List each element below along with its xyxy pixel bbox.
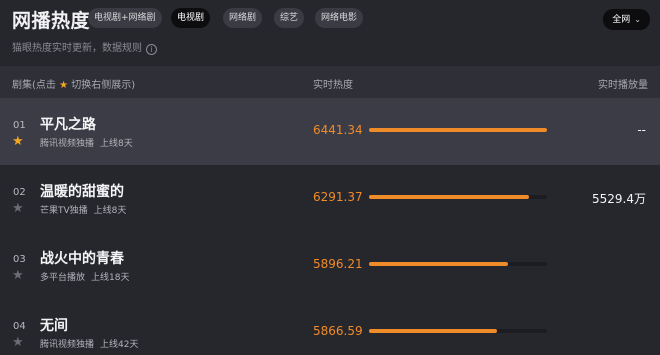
tab-web-movie[interactable]: 网络电影: [315, 8, 364, 28]
column-series-suffix: 切换右侧展示): [71, 80, 136, 91]
series-meta: 腾讯视频独播 上线42天: [40, 337, 138, 350]
column-play: 实时播放量: [598, 80, 648, 91]
star-icon: ★: [59, 80, 69, 91]
heat-value: 5866.59: [313, 324, 363, 338]
heat-bar-fill: [369, 262, 508, 266]
tab-variety[interactable]: 综艺: [274, 8, 305, 28]
heat-bar: [369, 195, 547, 199]
heat-bar: [369, 329, 547, 333]
series-meta: 多平台播放 上线18天: [40, 270, 129, 283]
online-days: 上线42天: [100, 340, 139, 350]
heat-bar-fill: [369, 128, 547, 132]
subtitle: 猫眼热度实时更新，数据规则 i: [12, 39, 157, 55]
heat-bar: [369, 262, 547, 266]
series-name: 无间: [40, 318, 68, 334]
column-header: 剧集(点击 ★ 切换右侧展示) 实时热度 实时播放量: [0, 66, 660, 98]
rank: 03: [13, 254, 26, 265]
region-label: 全网: [612, 15, 631, 25]
info-icon[interactable]: i: [146, 44, 157, 55]
column-series: 剧集(点击 ★ 切换右侧展示): [12, 76, 135, 91]
heat-value: 6291.37: [313, 190, 363, 204]
heat-value: 5896.21: [313, 257, 363, 271]
star-icon[interactable]: ★: [12, 336, 24, 349]
series-name: 温暖的甜蜜的: [40, 184, 124, 200]
series-name: 战火中的青春: [40, 251, 124, 267]
page-title: 网播热度: [12, 10, 91, 32]
table-row[interactable]: 04 ★ 无间 腾讯视频独播 上线42天 5866.59: [0, 299, 660, 355]
tab-tv-and-web-series[interactable]: 电视剧+网络剧: [88, 8, 162, 28]
table-row[interactable]: 02 ★ 温暖的甜蜜的 芒果TV独播 上线8天 6291.37 5529.4万: [0, 165, 660, 232]
region-dropdown[interactable]: 全网 ⌄: [603, 9, 650, 30]
online-days: 上线8天: [93, 206, 127, 216]
table-row[interactable]: 03 ★ 战火中的青春 多平台播放 上线18天 5896.21: [0, 232, 660, 299]
tab-web-series[interactable]: 网络剧: [223, 8, 263, 28]
rank: 04: [13, 321, 26, 332]
table-row[interactable]: 01 ★ 平凡之路 腾讯视频独播 上线8天 6441.34 --: [0, 98, 660, 165]
rank: 01: [13, 120, 26, 131]
column-series-prefix: 剧集(点击: [12, 80, 56, 91]
series-name: 平凡之路: [40, 117, 96, 133]
heat-bar-fill: [369, 329, 498, 333]
header: 网播热度 电视剧+网络剧 电视剧 网络剧 综艺 网络电影 全网 ⌄ 猫眼热度实时更…: [0, 0, 660, 70]
tab-tv-series[interactable]: 电视剧: [171, 8, 211, 28]
online-days: 上线18天: [91, 273, 130, 283]
chevron-down-icon: ⌄: [634, 15, 641, 24]
play-count: --: [637, 123, 646, 137]
star-icon[interactable]: ★: [12, 202, 24, 215]
subtitle-text: 猫眼热度实时更新，数据规则: [12, 43, 142, 54]
platform: 多平台播放: [40, 273, 86, 283]
platform: 腾讯视频独播: [40, 340, 95, 350]
star-icon[interactable]: ★: [12, 269, 24, 282]
platform: 腾讯视频独播: [40, 139, 95, 149]
star-icon[interactable]: ★: [12, 135, 24, 148]
heat-bar-fill: [369, 195, 530, 199]
heat-value: 6441.34: [313, 123, 363, 137]
play-count: 5529.4万: [592, 192, 646, 206]
series-meta: 腾讯视频独播 上线8天: [40, 136, 133, 149]
online-days: 上线8天: [100, 139, 133, 149]
column-heat: 实时热度: [313, 80, 353, 91]
rank: 02: [13, 187, 26, 198]
heat-bar: [369, 128, 547, 132]
platform: 芒果TV独播: [40, 206, 88, 216]
series-meta: 芒果TV独播 上线8天: [40, 203, 126, 216]
